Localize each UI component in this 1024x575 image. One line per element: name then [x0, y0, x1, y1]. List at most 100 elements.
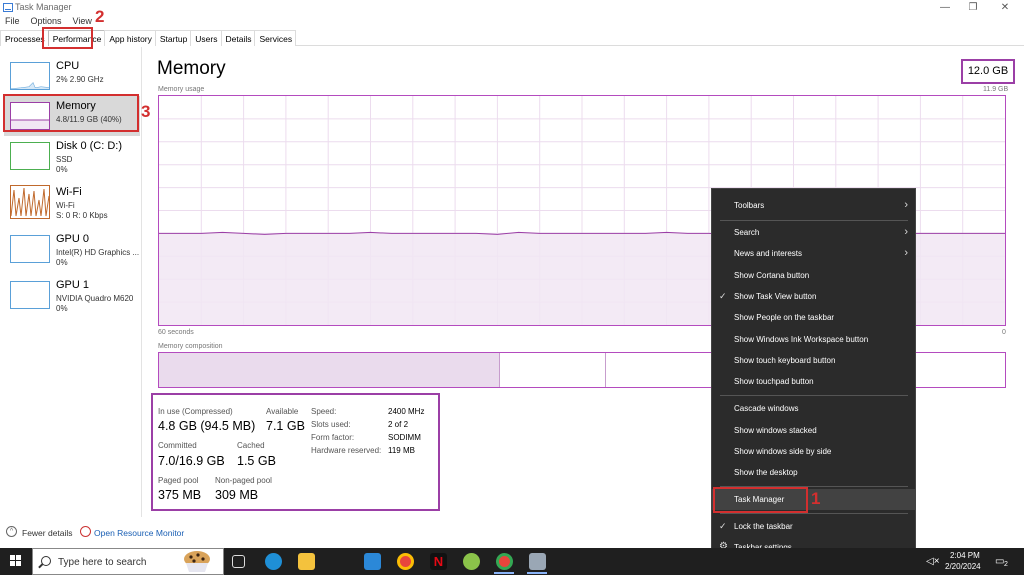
annotation-number-2: 2 [95, 7, 105, 26]
paged-pool-value: 375 MB [158, 488, 202, 502]
hardware-reserved-label: Hardware reserved: [311, 446, 382, 455]
time-axis-label: 60 seconds [158, 329, 194, 336]
menu-item-show-task-view[interactable]: ✓ Show Task View button [712, 286, 915, 307]
menu-item-label: Cascade windows [734, 404, 799, 413]
sidebar-item-detail: 2% 2.90 GHz [56, 75, 104, 84]
menu-item-show-desktop[interactable]: Show the desktop [712, 462, 915, 483]
annotation-box-memory [3, 94, 139, 132]
fewer-details-link[interactable]: Fewer details [22, 528, 73, 538]
committed-label: Committed [158, 441, 197, 450]
sidebar-item-gpu-1[interactable]: GPU 1 NVIDIA Quadro M620 0% [4, 275, 140, 315]
sidebar-item-gpu-0[interactable]: GPU 0 Intel(R) HD Graphics ... 0% [4, 229, 140, 269]
restore-button[interactable]: ❐ [965, 1, 981, 15]
menu-item-label: Show touch keyboard button [734, 356, 836, 365]
tab-users[interactable]: Users [190, 30, 222, 46]
mail-icon[interactable] [364, 553, 381, 570]
menu-item-label: Show Task View button [734, 292, 817, 301]
close-button[interactable]: ✕ [997, 1, 1013, 15]
task-manager-taskbar-icon[interactable] [529, 553, 546, 570]
resource-monitor-icon [80, 526, 91, 537]
menu-item-show-people[interactable]: Show People on the taskbar [712, 307, 915, 328]
tab-app-history[interactable]: App history [104, 30, 156, 46]
paged-pool-label: Paged pool [158, 476, 199, 485]
annotation-number-3: 3 [141, 102, 151, 121]
page-title: Memory [157, 58, 226, 79]
wifi-thumbnail-graph [10, 185, 50, 219]
disk-thumbnail-graph [10, 142, 50, 170]
sidebar-item-detail: 0% [56, 258, 68, 267]
menu-item-show-touchpad[interactable]: Show touchpad button [712, 371, 915, 392]
available-value: 7.1 GB [266, 419, 305, 433]
sidebar-item-title: Wi-Fi [56, 186, 82, 198]
menu-item-search[interactable]: Search › [712, 222, 915, 243]
menu-item-label: Show Windows Ink Workspace button [734, 335, 869, 344]
clock-time[interactable]: 2:04 PM [950, 551, 980, 560]
task-manager-icon [3, 3, 13, 12]
open-resource-monitor-link[interactable]: Open Resource Monitor [94, 528, 184, 538]
composition-in-use[interactable] [159, 353, 500, 387]
speaker-muted-icon[interactable]: ◁× [926, 556, 940, 567]
gpu0-thumbnail-graph [10, 235, 50, 263]
sidebar-item-detail: Intel(R) HD Graphics ... [56, 248, 140, 257]
sidebar-item-detail: NVIDIA Quadro M620 [56, 294, 134, 303]
chevron-right-icon: › [904, 247, 908, 259]
app-icon[interactable] [463, 553, 480, 570]
chrome-icon-active[interactable] [496, 553, 513, 570]
chevron-right-icon: › [904, 199, 908, 211]
chrome-icon[interactable] [397, 553, 414, 570]
minimize-button[interactable]: — [937, 1, 953, 15]
tab-details[interactable]: Details [220, 30, 256, 46]
menu-item-lock-taskbar[interactable]: ✓ Lock the taskbar [712, 516, 915, 537]
task-view-icon[interactable] [232, 555, 245, 568]
chevron-up-icon[interactable]: ^ [6, 526, 17, 537]
search-input[interactable]: Type here to search [58, 557, 146, 568]
sidebar-item-detail: S: 0 R: 0 Kbps [56, 211, 108, 220]
edge-browser-icon[interactable] [265, 553, 282, 570]
speed-value: 2400 MHz [388, 407, 425, 416]
file-explorer-icon[interactable] [298, 553, 315, 570]
menu-item-show-ink-workspace[interactable]: Show Windows Ink Workspace button [712, 329, 915, 350]
menu-item-toolbars[interactable]: Toolbars › [712, 195, 915, 216]
memory-composition-label: Memory composition [158, 343, 223, 350]
title-bar: Task Manager — ❐ ✕ [0, 0, 1024, 16]
sidebar-item-cpu[interactable]: CPU 2% 2.90 GHz [4, 56, 140, 96]
memory-usage-label: Memory usage [158, 86, 205, 93]
sidebar-item-title: GPU 0 [56, 233, 90, 245]
active-app-indicator [527, 572, 547, 574]
menu-separator [720, 513, 908, 514]
hardware-reserved-value: 119 MB [388, 446, 415, 455]
composition-modified[interactable] [500, 353, 606, 387]
menu-item-label: Show windows side by side [734, 447, 832, 456]
sidebar-item-disk[interactable]: Disk 0 (C: D:) SSD 0% [4, 136, 140, 176]
sidebar-item-detail: SSD [56, 155, 73, 164]
speed-label: Speed: [311, 407, 337, 416]
tab-startup[interactable]: Startup [154, 30, 192, 46]
menu-item-windows-side-by-side[interactable]: Show windows side by side [712, 441, 915, 462]
cached-label: Cached [237, 441, 265, 450]
menu-item-label: Search [734, 228, 760, 237]
cpu-thumbnail-graph [10, 62, 50, 90]
search-icon [41, 556, 51, 566]
available-label: Available [266, 407, 299, 416]
annotation-box-performance-tab [42, 27, 93, 49]
in-use-label: In use (Compressed) [158, 407, 233, 416]
menu-item-label: News and interests [734, 249, 803, 258]
menu-item-label: Lock the taskbar [734, 522, 793, 531]
clock-date[interactable]: 2/20/2024 [945, 562, 981, 571]
menu-item-label: Toolbars [734, 201, 765, 210]
menu-separator [720, 395, 908, 396]
menu-item-windows-stacked[interactable]: Show windows stacked [712, 420, 915, 441]
sidebar-item-detail: 0% [56, 304, 68, 313]
menu-item-label: Show windows stacked [734, 426, 817, 435]
tab-bar: Processes Performance App history Startu… [0, 30, 1024, 46]
windows-start-icon[interactable] [10, 555, 22, 567]
netflix-icon[interactable]: N [430, 553, 447, 570]
tab-services[interactable]: Services [254, 30, 297, 46]
menu-item-cascade-windows[interactable]: Cascade windows [712, 398, 915, 419]
menu-item-show-cortana[interactable]: Show Cortana button [712, 265, 915, 286]
menu-file[interactable]: File [5, 16, 20, 28]
menu-item-show-touch-keyboard[interactable]: Show touch keyboard button [712, 350, 915, 371]
sidebar-item-wifi[interactable]: Wi-Fi Wi-Fi S: 0 R: 0 Kbps [4, 182, 140, 222]
menu-item-label: Show the desktop [734, 468, 798, 477]
menu-item-news-and-interests[interactable]: News and interests › [712, 243, 915, 264]
